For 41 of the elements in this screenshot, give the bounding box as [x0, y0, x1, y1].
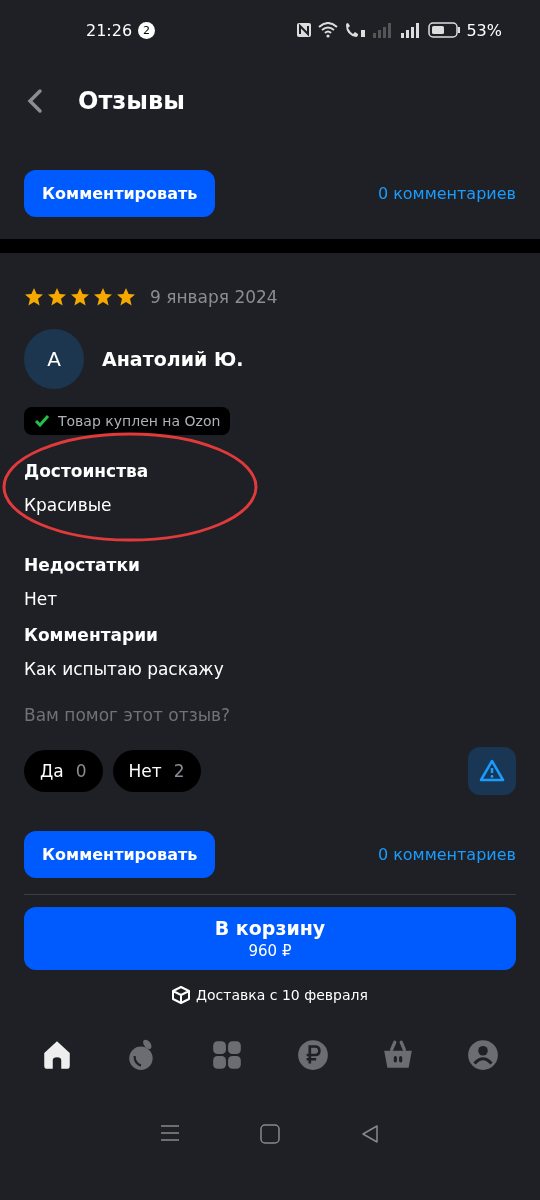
star-icon [24, 287, 44, 307]
check-icon [34, 414, 50, 428]
finance-nav-icon[interactable] [295, 1038, 330, 1072]
report-button[interactable] [468, 747, 516, 795]
home-square-icon[interactable] [260, 1124, 280, 1144]
review-date: 9 января 2024 [150, 287, 278, 307]
delivery-text: Доставка с 10 февраля [196, 987, 368, 1003]
comment-button[interactable]: Комментировать [24, 170, 216, 217]
comment-button[interactable]: Комментировать [24, 831, 216, 878]
back-triangle-icon[interactable] [360, 1124, 380, 1144]
star-icon [47, 287, 67, 307]
nfc-icon [296, 22, 313, 38]
author-name: Анатолий Ю. [102, 348, 244, 370]
star-icon [93, 287, 113, 307]
notification-badge: 2 [138, 21, 156, 39]
helpful-question: Вам помог этот отзыв? [24, 705, 232, 725]
section-text: Красивые [24, 495, 113, 515]
comments-link[interactable]: 0 комментариев [377, 184, 516, 203]
section-text: Нет [24, 589, 59, 609]
star-icon [70, 287, 90, 307]
page-title: Отзывы [78, 87, 185, 115]
box-icon [172, 986, 191, 1004]
star-icon [116, 287, 136, 307]
vote-button[interactable]: Нет 2 [112, 750, 201, 792]
wifi-icon [318, 22, 339, 38]
battery-icon [428, 22, 461, 38]
section-text: Как испытаю раскажу [24, 659, 225, 679]
add-to-cart-button[interactable]: В корзину 960 ₽ [24, 907, 516, 970]
section-heading: Недостатки [24, 555, 141, 575]
comments-link[interactable]: 0 комментариев [377, 845, 516, 864]
battery-percent: 53% [466, 20, 502, 40]
warning-icon [479, 759, 505, 783]
badge-text: Товар куплен на Ozon [58, 413, 221, 429]
call-icon [344, 22, 367, 38]
profile-nav-icon[interactable] [466, 1038, 501, 1072]
section-heading: Достоинства [24, 461, 150, 481]
avatar: А [24, 329, 84, 389]
status-time: 21:26 [86, 20, 133, 40]
section-heading: Комментарии [24, 625, 159, 645]
vote-button[interactable]: Да 0 [24, 750, 103, 792]
menu-icon[interactable] [160, 1124, 180, 1142]
